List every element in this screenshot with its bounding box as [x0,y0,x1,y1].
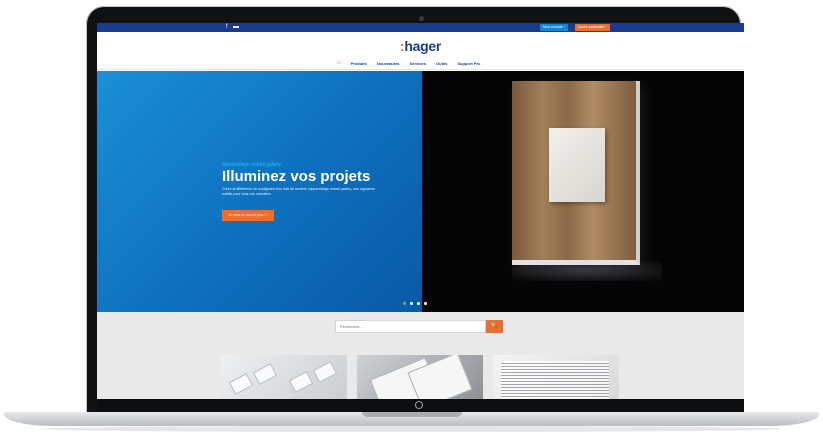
home-icon[interactable]: ⌂ [337,60,341,66]
laptop-screen: f ▬ Mon compte › Accès particulier › :ha… [97,23,744,399]
top-bar: f ▬ Mon compte › Accès particulier › [97,23,744,32]
carousel-dot[interactable] [417,302,420,305]
carousel-dots [403,302,427,305]
hero-title: Illuminez vos projets [222,168,371,185]
search-button[interactable]: 🔍 [486,320,503,333]
nav-item-support-pro[interactable]: Support Pro [457,61,480,66]
webcam [419,16,424,21]
hero-description: Créez la différence en soulignant d'un t… [222,187,375,196]
hero-product-image [422,71,744,312]
facebook-icon[interactable]: f [226,24,228,31]
main-nav: ⌂ Produits Nouveautés Services Outils Su… [337,60,480,66]
nav-item-produits[interactable]: Produits [351,61,367,66]
nav-item-outils[interactable]: Outils [436,61,447,66]
product-card[interactable] [493,355,619,399]
carousel-dot[interactable] [410,302,413,305]
carousel-dot[interactable] [403,302,406,305]
search-icon: 🔍 [491,323,498,329]
site-header: :hager ⌂ Produits Nouveautés Services Ou… [97,32,744,70]
search-input[interactable] [335,320,486,333]
particulier-button[interactable]: Accès particulier › [575,24,610,31]
carousel-dot[interactable] [424,302,427,305]
product-card[interactable] [357,355,483,399]
hero-cta-button[interactable]: Je veux en savoir plus ! › [222,210,274,221]
switch-plate [512,81,640,265]
hager-logo[interactable]: :hager [400,38,441,54]
product-card[interactable] [221,355,347,399]
laptop-mockup: f ▬ Mon compte › Accès particulier › :ha… [0,0,823,437]
account-button[interactable]: Mon compte › [540,24,568,31]
nav-item-nouveautes[interactable]: Nouveautés [377,61,400,66]
youtube-icon[interactable]: ▬ [233,24,239,31]
switch-rocker [549,128,605,202]
power-icon [415,401,423,409]
nav-item-services[interactable]: Services [410,61,426,66]
search-section: 🔍 [97,312,744,399]
